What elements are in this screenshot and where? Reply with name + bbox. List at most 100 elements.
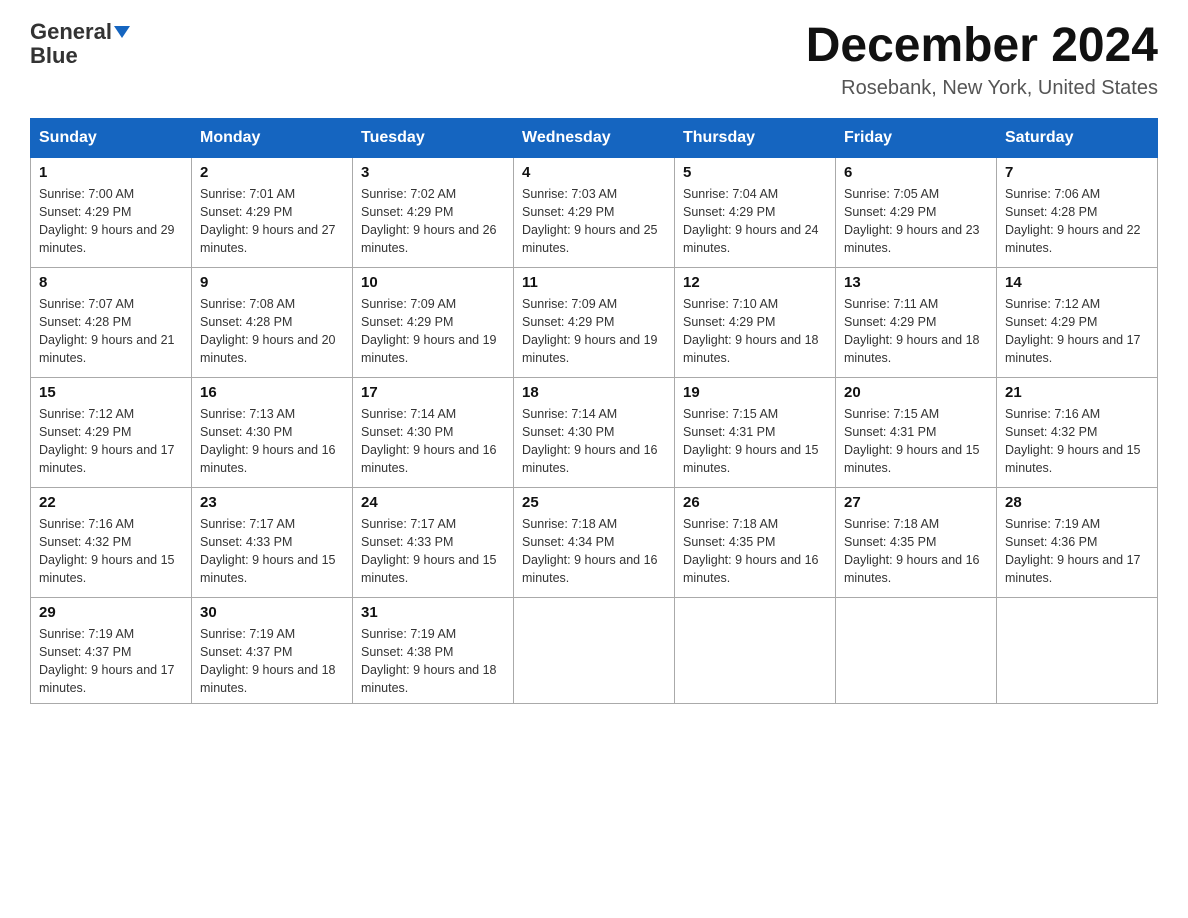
day-info: Sunrise: 7:00 AMSunset: 4:29 PMDaylight:… [39, 185, 183, 258]
calendar-header-row: SundayMondayTuesdayWednesdayThursdayFrid… [31, 118, 1158, 157]
day-number: 22 [39, 494, 183, 511]
day-number: 7 [1005, 164, 1149, 181]
calendar-cell: 21 Sunrise: 7:16 AMSunset: 4:32 PMDaylig… [997, 377, 1158, 487]
calendar-cell: 30 Sunrise: 7:19 AMSunset: 4:37 PMDaylig… [192, 597, 353, 704]
day-info: Sunrise: 7:14 AMSunset: 4:30 PMDaylight:… [361, 405, 505, 478]
calendar-week-5: 29 Sunrise: 7:19 AMSunset: 4:37 PMDaylig… [31, 597, 1158, 704]
day-info: Sunrise: 7:04 AMSunset: 4:29 PMDaylight:… [683, 185, 827, 258]
day-info: Sunrise: 7:16 AMSunset: 4:32 PMDaylight:… [1005, 405, 1149, 478]
calendar-cell: 15 Sunrise: 7:12 AMSunset: 4:29 PMDaylig… [31, 377, 192, 487]
calendar-cell: 11 Sunrise: 7:09 AMSunset: 4:29 PMDaylig… [514, 267, 675, 377]
calendar-cell: 24 Sunrise: 7:17 AMSunset: 4:33 PMDaylig… [353, 487, 514, 597]
header-saturday: Saturday [997, 118, 1158, 157]
calendar-cell: 25 Sunrise: 7:18 AMSunset: 4:34 PMDaylig… [514, 487, 675, 597]
calendar-cell: 8 Sunrise: 7:07 AMSunset: 4:28 PMDayligh… [31, 267, 192, 377]
calendar-cell [997, 597, 1158, 704]
calendar-cell: 13 Sunrise: 7:11 AMSunset: 4:29 PMDaylig… [836, 267, 997, 377]
day-info: Sunrise: 7:19 AMSunset: 4:37 PMDaylight:… [200, 625, 344, 698]
calendar-cell: 6 Sunrise: 7:05 AMSunset: 4:29 PMDayligh… [836, 157, 997, 267]
day-number: 24 [361, 494, 505, 511]
header-monday: Monday [192, 118, 353, 157]
day-number: 11 [522, 274, 666, 291]
calendar-cell [836, 597, 997, 704]
day-info: Sunrise: 7:19 AMSunset: 4:37 PMDaylight:… [39, 625, 183, 698]
day-number: 19 [683, 384, 827, 401]
day-number: 10 [361, 274, 505, 291]
day-info: Sunrise: 7:18 AMSunset: 4:35 PMDaylight:… [683, 515, 827, 588]
day-info: Sunrise: 7:14 AMSunset: 4:30 PMDaylight:… [522, 405, 666, 478]
calendar-week-2: 8 Sunrise: 7:07 AMSunset: 4:28 PMDayligh… [31, 267, 1158, 377]
day-info: Sunrise: 7:09 AMSunset: 4:29 PMDaylight:… [361, 295, 505, 368]
day-info: Sunrise: 7:18 AMSunset: 4:34 PMDaylight:… [522, 515, 666, 588]
day-number: 15 [39, 384, 183, 401]
calendar-cell [675, 597, 836, 704]
day-number: 25 [522, 494, 666, 511]
day-number: 2 [200, 164, 344, 181]
day-number: 14 [1005, 274, 1149, 291]
day-number: 12 [683, 274, 827, 291]
day-number: 6 [844, 164, 988, 181]
day-number: 30 [200, 604, 344, 621]
day-number: 18 [522, 384, 666, 401]
calendar-cell: 17 Sunrise: 7:14 AMSunset: 4:30 PMDaylig… [353, 377, 514, 487]
calendar-week-1: 1 Sunrise: 7:00 AMSunset: 4:29 PMDayligh… [31, 157, 1158, 267]
day-number: 23 [200, 494, 344, 511]
logo-triangle-icon [114, 26, 130, 38]
calendar-cell: 16 Sunrise: 7:13 AMSunset: 4:30 PMDaylig… [192, 377, 353, 487]
day-info: Sunrise: 7:13 AMSunset: 4:30 PMDaylight:… [200, 405, 344, 478]
calendar-cell: 14 Sunrise: 7:12 AMSunset: 4:29 PMDaylig… [997, 267, 1158, 377]
day-info: Sunrise: 7:17 AMSunset: 4:33 PMDaylight:… [200, 515, 344, 588]
calendar-cell: 23 Sunrise: 7:17 AMSunset: 4:33 PMDaylig… [192, 487, 353, 597]
day-info: Sunrise: 7:08 AMSunset: 4:28 PMDaylight:… [200, 295, 344, 368]
header-friday: Friday [836, 118, 997, 157]
header-sunday: Sunday [31, 118, 192, 157]
day-number: 17 [361, 384, 505, 401]
day-number: 26 [683, 494, 827, 511]
day-info: Sunrise: 7:17 AMSunset: 4:33 PMDaylight:… [361, 515, 505, 588]
day-info: Sunrise: 7:03 AMSunset: 4:29 PMDaylight:… [522, 185, 666, 258]
calendar-cell: 26 Sunrise: 7:18 AMSunset: 4:35 PMDaylig… [675, 487, 836, 597]
calendar-cell: 4 Sunrise: 7:03 AMSunset: 4:29 PMDayligh… [514, 157, 675, 267]
logo: General Blue [30, 20, 130, 68]
calendar-cell: 3 Sunrise: 7:02 AMSunset: 4:29 PMDayligh… [353, 157, 514, 267]
header-wednesday: Wednesday [514, 118, 675, 157]
location: Rosebank, New York, United States [806, 77, 1158, 100]
day-info: Sunrise: 7:19 AMSunset: 4:38 PMDaylight:… [361, 625, 505, 698]
calendar-cell: 19 Sunrise: 7:15 AMSunset: 4:31 PMDaylig… [675, 377, 836, 487]
calendar-cell: 28 Sunrise: 7:19 AMSunset: 4:36 PMDaylig… [997, 487, 1158, 597]
logo-general: General [30, 20, 112, 44]
day-info: Sunrise: 7:12 AMSunset: 4:29 PMDaylight:… [1005, 295, 1149, 368]
calendar-week-4: 22 Sunrise: 7:16 AMSunset: 4:32 PMDaylig… [31, 487, 1158, 597]
day-number: 20 [844, 384, 988, 401]
day-number: 27 [844, 494, 988, 511]
day-info: Sunrise: 7:18 AMSunset: 4:35 PMDaylight:… [844, 515, 988, 588]
day-info: Sunrise: 7:10 AMSunset: 4:29 PMDaylight:… [683, 295, 827, 368]
day-number: 16 [200, 384, 344, 401]
day-info: Sunrise: 7:15 AMSunset: 4:31 PMDaylight:… [683, 405, 827, 478]
day-number: 29 [39, 604, 183, 621]
day-info: Sunrise: 7:05 AMSunset: 4:29 PMDaylight:… [844, 185, 988, 258]
logo-blue: Blue [30, 44, 78, 68]
calendar-cell: 1 Sunrise: 7:00 AMSunset: 4:29 PMDayligh… [31, 157, 192, 267]
calendar-cell: 22 Sunrise: 7:16 AMSunset: 4:32 PMDaylig… [31, 487, 192, 597]
day-number: 3 [361, 164, 505, 181]
calendar-cell: 10 Sunrise: 7:09 AMSunset: 4:29 PMDaylig… [353, 267, 514, 377]
day-number: 1 [39, 164, 183, 181]
calendar-week-3: 15 Sunrise: 7:12 AMSunset: 4:29 PMDaylig… [31, 377, 1158, 487]
day-number: 4 [522, 164, 666, 181]
day-info: Sunrise: 7:06 AMSunset: 4:28 PMDaylight:… [1005, 185, 1149, 258]
header-tuesday: Tuesday [353, 118, 514, 157]
calendar-cell: 27 Sunrise: 7:18 AMSunset: 4:35 PMDaylig… [836, 487, 997, 597]
day-number: 28 [1005, 494, 1149, 511]
title-block: December 2024 Rosebank, New York, United… [806, 20, 1158, 100]
day-number: 31 [361, 604, 505, 621]
month-title: December 2024 [806, 20, 1158, 73]
day-info: Sunrise: 7:19 AMSunset: 4:36 PMDaylight:… [1005, 515, 1149, 588]
day-info: Sunrise: 7:09 AMSunset: 4:29 PMDaylight:… [522, 295, 666, 368]
calendar-cell: 2 Sunrise: 7:01 AMSunset: 4:29 PMDayligh… [192, 157, 353, 267]
day-info: Sunrise: 7:12 AMSunset: 4:29 PMDaylight:… [39, 405, 183, 478]
calendar-cell: 20 Sunrise: 7:15 AMSunset: 4:31 PMDaylig… [836, 377, 997, 487]
day-number: 13 [844, 274, 988, 291]
calendar-cell: 31 Sunrise: 7:19 AMSunset: 4:38 PMDaylig… [353, 597, 514, 704]
calendar-cell: 5 Sunrise: 7:04 AMSunset: 4:29 PMDayligh… [675, 157, 836, 267]
